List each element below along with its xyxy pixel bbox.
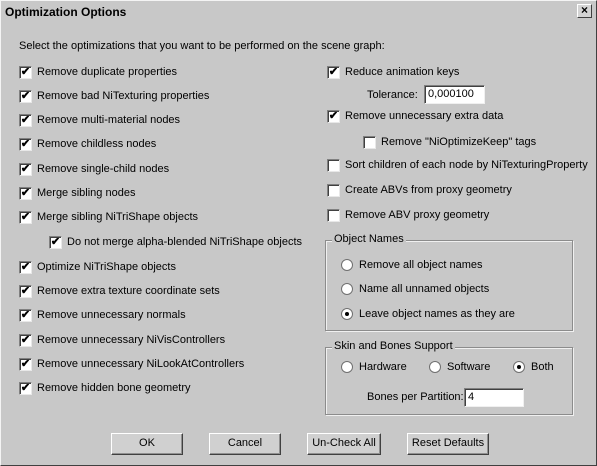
- checkbox-box[interactable]: ✔: [19, 114, 32, 127]
- checkbox-box[interactable]: ✔: [19, 285, 32, 298]
- bones-per-partition-label: Bones per Partition:: [367, 391, 464, 403]
- checkbox-box[interactable]: ✔: [19, 211, 32, 224]
- checkbox-box[interactable]: [327, 209, 340, 222]
- reset-defaults-button[interactable]: Reset Defaults: [407, 433, 489, 455]
- skin-bones-legend: Skin and Bones Support: [332, 340, 455, 352]
- tolerance-label: Tolerance:: [367, 89, 418, 101]
- checkbox-box[interactable]: ✔: [19, 261, 32, 274]
- close-button[interactable]: ×: [577, 4, 592, 18]
- radio-dot[interactable]: [341, 259, 353, 271]
- radio-dot[interactable]: [341, 361, 353, 373]
- checkbox-box[interactable]: ✔: [19, 138, 32, 151]
- title-bar[interactable]: Optimization Options ×: [1, 1, 596, 23]
- uncheck-all-button[interactable]: Un-Check All: [307, 433, 381, 455]
- checkbox-box[interactable]: ✔: [19, 358, 32, 371]
- dialog-title: Optimization Options: [5, 5, 127, 19]
- checkbox-box[interactable]: [363, 136, 376, 149]
- radio-dot[interactable]: [341, 283, 353, 295]
- skin-bones-group: Skin and Bones Support: [325, 340, 573, 415]
- bones-per-partition-input[interactable]: 4: [464, 388, 524, 407]
- tolerance-input[interactable]: 0,000100: [424, 85, 485, 104]
- checkbox-box[interactable]: ✔: [327, 110, 340, 123]
- optimization-options-dialog: Optimization Options × Select the optimi…: [0, 0, 597, 466]
- checkbox-box[interactable]: [327, 159, 340, 172]
- radio-dot[interactable]: [341, 308, 353, 320]
- checkbox-box[interactable]: ✔: [19, 334, 32, 347]
- checkbox-box[interactable]: ✔: [327, 66, 340, 79]
- checkbox-box[interactable]: ✔: [49, 236, 62, 249]
- checkbox-box[interactable]: ✔: [19, 163, 32, 176]
- ok-button[interactable]: OK: [111, 433, 183, 455]
- object-names-legend: Object Names: [332, 233, 406, 245]
- radio-dot[interactable]: [429, 361, 441, 373]
- intro-text: Select the optimizations that you want t…: [19, 40, 385, 52]
- checkbox-box[interactable]: [327, 184, 340, 197]
- cancel-button[interactable]: Cancel: [209, 433, 281, 455]
- checkbox-box[interactable]: ✔: [19, 90, 32, 103]
- radio-dot[interactable]: [513, 361, 525, 373]
- checkbox-box[interactable]: ✔: [19, 66, 32, 79]
- checkbox-box[interactable]: ✔: [19, 187, 32, 200]
- checkbox-box[interactable]: ✔: [19, 309, 32, 322]
- checkbox-box[interactable]: ✔: [19, 382, 32, 395]
